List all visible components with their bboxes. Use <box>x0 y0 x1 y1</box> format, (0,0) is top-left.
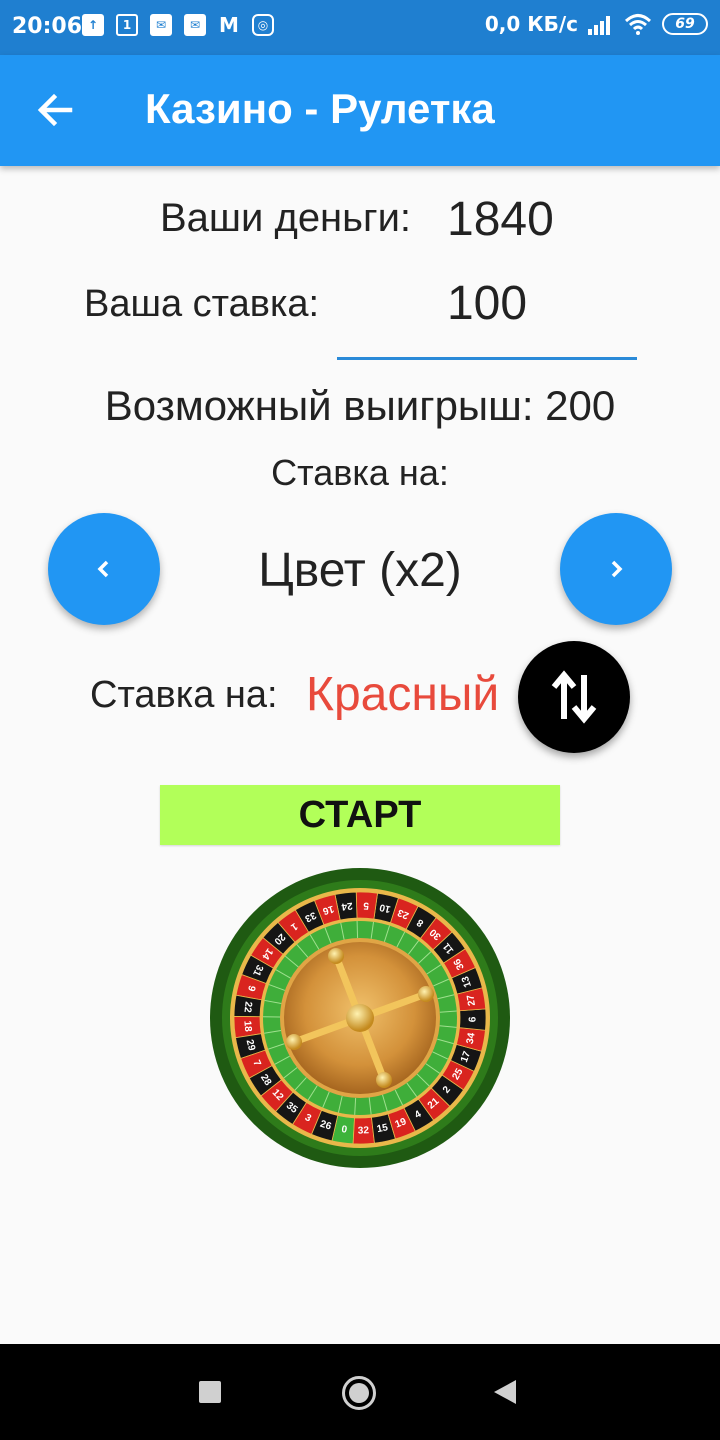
arrow-back-icon[interactable] <box>30 85 80 135</box>
wheel-number: 5 <box>363 900 370 911</box>
bet-input[interactable] <box>337 270 637 360</box>
mail-icon: ✉ <box>150 14 172 36</box>
swap-color-button[interactable] <box>518 641 630 753</box>
notification-icons: ↑ 1 ✉ ✉ M ◎ <box>82 13 274 37</box>
status-time: 20:06 <box>12 14 83 39</box>
bet-on-label: Ставка на: <box>90 674 278 716</box>
status-bar: 20:06 ↑ 1 ✉ ✉ M ◎ 0,0 КБ/с 69 <box>0 0 720 55</box>
bet-color-value: Красный <box>306 668 500 721</box>
money-value: 1840 <box>447 193 554 246</box>
wheel-number: 24 <box>340 900 353 912</box>
status-right: 0,0 КБ/с 69 <box>485 12 708 36</box>
wifi-icon <box>624 14 652 35</box>
chevron-right-icon <box>611 560 623 578</box>
mail-icon: ✉ <box>184 14 206 36</box>
app-bar: Казино - Рулетка <box>0 55 720 166</box>
next-bet-type-button[interactable] <box>560 513 672 625</box>
wheel-number: 32 <box>358 1125 370 1136</box>
possible-win-text: Возможный выигрыш: 200 <box>104 382 616 429</box>
start-button[interactable]: СТАРТ <box>160 785 560 845</box>
home-icon-inner <box>349 1383 369 1403</box>
sim-1-icon: 1 <box>116 14 138 36</box>
wheel-number: 22 <box>241 1001 253 1014</box>
bet-on-heading: Ставка на: <box>271 452 449 493</box>
battery-icon: 69 <box>662 13 708 35</box>
recent-apps-icon[interactable] <box>199 1381 221 1403</box>
gmail-icon: M <box>219 13 239 37</box>
instagram-icon: ◎ <box>252 14 274 36</box>
swap-vert-icon <box>551 670 597 724</box>
signal-icon <box>588 16 610 35</box>
bet-label: Ваша ставка: <box>84 283 320 325</box>
nav-back-icon[interactable] <box>494 1380 516 1404</box>
pocket-divider <box>356 921 359 939</box>
upload-icon: ↑ <box>82 14 104 36</box>
money-label: Ваши деньги: <box>160 196 412 240</box>
wheel-number: 27 <box>465 993 478 1006</box>
page-title: Казино - Рулетка <box>145 85 495 132</box>
wheel-number: 6 <box>467 1016 478 1022</box>
roulette-wheel: 0 32 15 19421225173462713361130823105241633… <box>210 868 510 1168</box>
network-speed: 0,0 КБ/с <box>484 12 578 36</box>
wheel-number: 18 <box>241 1020 253 1032</box>
